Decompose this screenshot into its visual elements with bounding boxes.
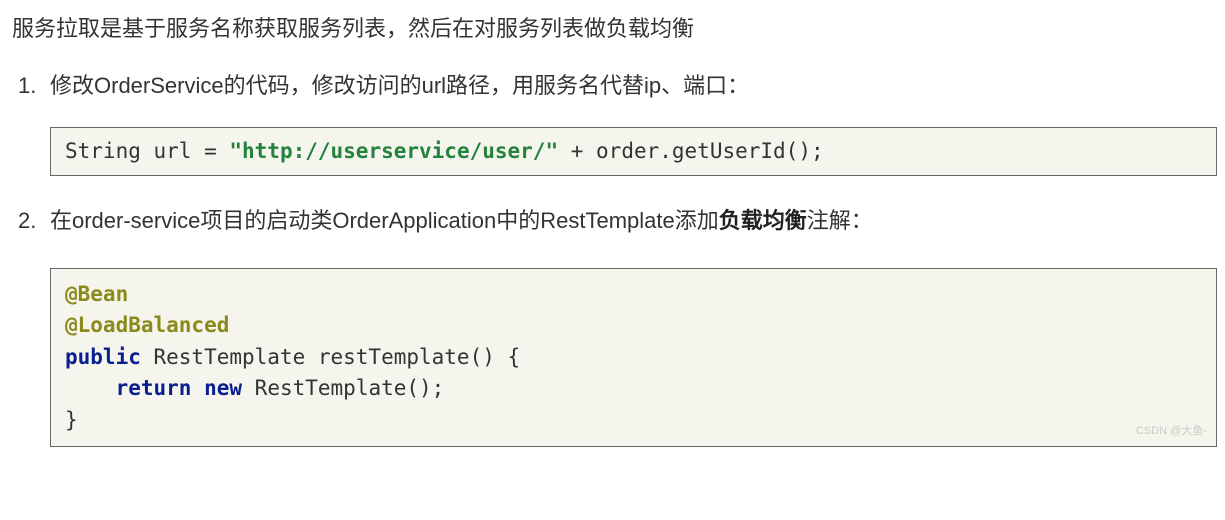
code-plain: + order.getUserId(); — [558, 139, 824, 163]
watermark-text: CSDN @大鱼- — [1136, 422, 1207, 441]
code-annotation: @LoadBalanced — [65, 313, 229, 337]
code-keyword: new — [204, 376, 242, 400]
code-plain: String url = — [65, 139, 229, 163]
code-string-literal: "http://userservice/user/" — [229, 139, 558, 163]
code-block-2: @Bean @LoadBalanced public RestTemplate … — [50, 268, 1217, 448]
code-annotation: @Bean — [65, 282, 128, 306]
step-2-number: 2. — [18, 202, 36, 239]
step-1: 1. 修改OrderService的代码，修改访问的url路径，用服务名代替ip… — [50, 67, 1217, 176]
step-1-number: 1. — [18, 67, 36, 104]
code-plain: RestTemplate(); — [242, 376, 444, 400]
code-indent — [65, 376, 116, 400]
step-1-text: 修改OrderService的代码，修改访问的url路径，用服务名代替ip、端口… — [50, 73, 749, 98]
code-block-1: String url = "http://userservice/user/" … — [50, 127, 1217, 177]
code-keyword: public — [65, 345, 141, 369]
code-space — [191, 376, 204, 400]
intro-paragraph: 服务拉取是基于服务名称获取服务列表，然后在对服务列表做负载均衡 — [12, 10, 1217, 47]
step-2-text-pre: 在order-service项目的启动类OrderApplication中的Re… — [50, 208, 719, 233]
step-2-text-bold: 负载均衡 — [719, 208, 807, 233]
step-2-text-post: 注解： — [807, 208, 873, 233]
code-keyword: return — [116, 376, 192, 400]
code-plain: } — [65, 408, 78, 432]
step-2: 2. 在order-service项目的启动类OrderApplication中… — [50, 202, 1217, 447]
code-plain: RestTemplate restTemplate() { — [141, 345, 520, 369]
